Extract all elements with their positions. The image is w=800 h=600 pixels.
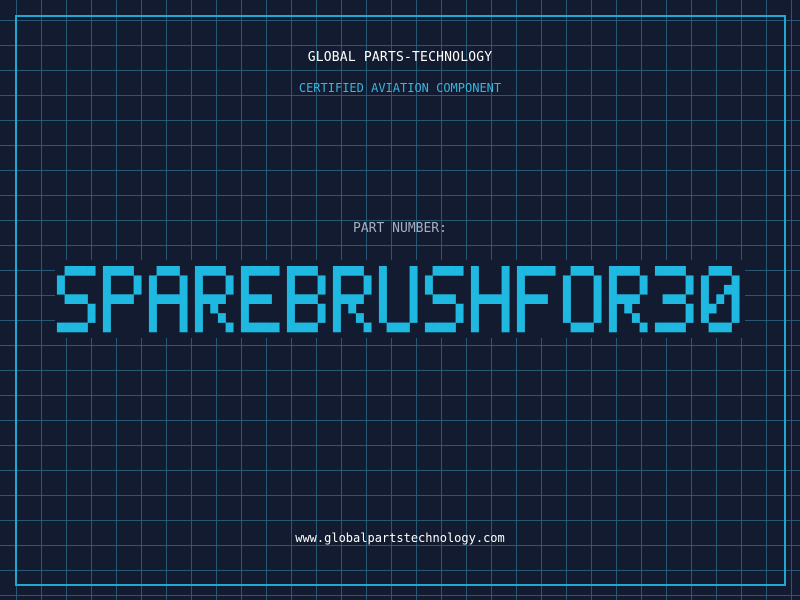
certification-subtitle: CERTIFIED AVIATION COMPONENT xyxy=(298,81,502,95)
part-number-char-9 xyxy=(424,266,464,333)
part-number-char-14 xyxy=(654,266,694,333)
part-number-char-6 xyxy=(286,266,326,333)
part-number-char-7 xyxy=(332,266,372,333)
part-number-char-11 xyxy=(516,266,556,333)
brand-name: GLOBAL PARTS-TECHNOLOGY xyxy=(307,50,493,65)
part-number-char-8 xyxy=(378,266,418,333)
part-number-char-5 xyxy=(240,266,280,333)
part-number-char-1 xyxy=(56,266,96,333)
part-number-display xyxy=(55,260,745,338)
part-number-char-2 xyxy=(102,266,142,333)
part-number-pixel-text xyxy=(56,266,740,333)
certificate-canvas: GLOBAL PARTS-TECHNOLOGY CERTIFIED AVIATI… xyxy=(0,0,800,600)
part-number-label: PART NUMBER: xyxy=(353,221,447,236)
part-number-char-12 xyxy=(562,266,602,333)
part-number-char-4 xyxy=(194,266,234,333)
part-number-char-3 xyxy=(148,266,188,333)
part-number-char-13 xyxy=(608,266,648,333)
website-link[interactable]: www.globalpartstechnology.com xyxy=(0,530,800,546)
part-number-char-15 xyxy=(700,266,740,333)
part-number-char-10 xyxy=(470,266,510,333)
